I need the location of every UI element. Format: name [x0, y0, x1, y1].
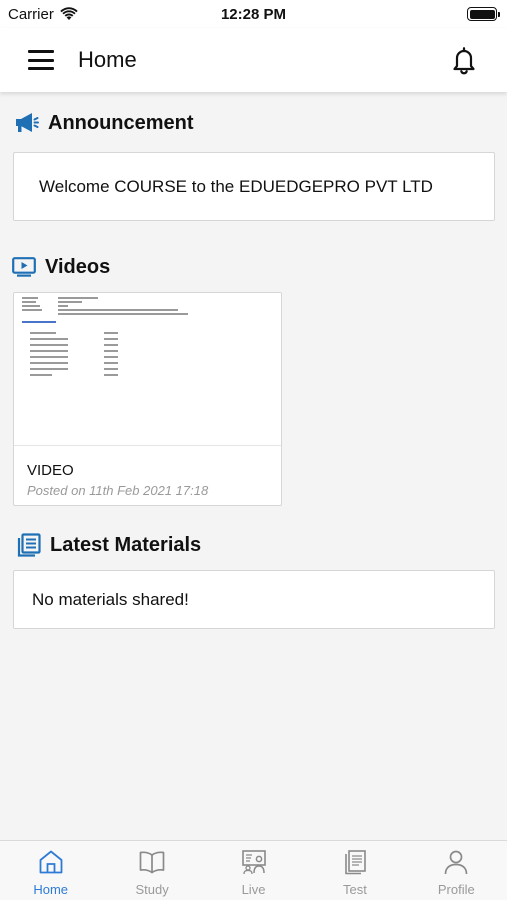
- tab-test[interactable]: Test: [304, 841, 405, 900]
- carrier-label: Carrier: [8, 5, 54, 23]
- videos-heading: Videos: [45, 255, 111, 278]
- bell-icon[interactable]: [449, 45, 479, 75]
- materials-book-icon: [16, 532, 42, 558]
- video-title: VIDEO: [27, 462, 74, 479]
- status-left: Carrier: [8, 6, 78, 23]
- battery-icon: [467, 7, 500, 21]
- announcement-heading: Announcement: [48, 111, 194, 134]
- status-bar: Carrier 12:28 PM: [0, 0, 507, 28]
- tab-profile[interactable]: Profile: [406, 841, 507, 900]
- live-class-icon: [241, 850, 266, 875]
- tab-study-label: Study: [135, 882, 169, 897]
- materials-empty-message: No materials shared!: [32, 589, 189, 609]
- tab-test-label: Test: [343, 882, 367, 897]
- page-title: Home: [78, 47, 137, 72]
- profile-icon: [444, 850, 468, 875]
- video-card[interactable]: VIDEO Posted on 11th Feb 2021 17:18: [13, 292, 282, 506]
- announcement-card: Welcome COURSE to the EDUEDGEPRO PVT LTD: [13, 152, 495, 221]
- tab-study[interactable]: Study: [101, 841, 202, 900]
- tab-live[interactable]: Live: [203, 841, 304, 900]
- video-posted-date: Posted on 11th Feb 2021 17:18: [27, 483, 209, 498]
- bottom-tab-bar: Home Study Live Test Profile: [0, 840, 507, 900]
- home-icon: [39, 850, 63, 874]
- tab-home[interactable]: Home: [0, 841, 101, 900]
- wifi-icon: [60, 7, 78, 20]
- videos-section-title: Videos: [11, 254, 110, 280]
- materials-heading: Latest Materials: [50, 533, 202, 556]
- tab-home-label: Home: [33, 882, 69, 897]
- megaphone-icon: [14, 110, 40, 136]
- video-thumbnail: [14, 293, 281, 446]
- materials-card: No materials shared!: [13, 570, 495, 629]
- tab-profile-label: Profile: [437, 882, 475, 897]
- materials-section-title: Latest Materials: [16, 532, 201, 558]
- announcement-section-title: Announcement: [14, 110, 194, 136]
- video-player-icon: [11, 254, 37, 280]
- test-documents-icon: [345, 850, 366, 875]
- tab-live-label: Live: [241, 882, 266, 897]
- announcement-message: Welcome COURSE to the EDUEDGEPRO PVT LTD: [39, 176, 433, 196]
- book-icon: [139, 851, 165, 874]
- hamburger-menu-icon[interactable]: [28, 50, 54, 70]
- app-header: Home: [0, 28, 507, 92]
